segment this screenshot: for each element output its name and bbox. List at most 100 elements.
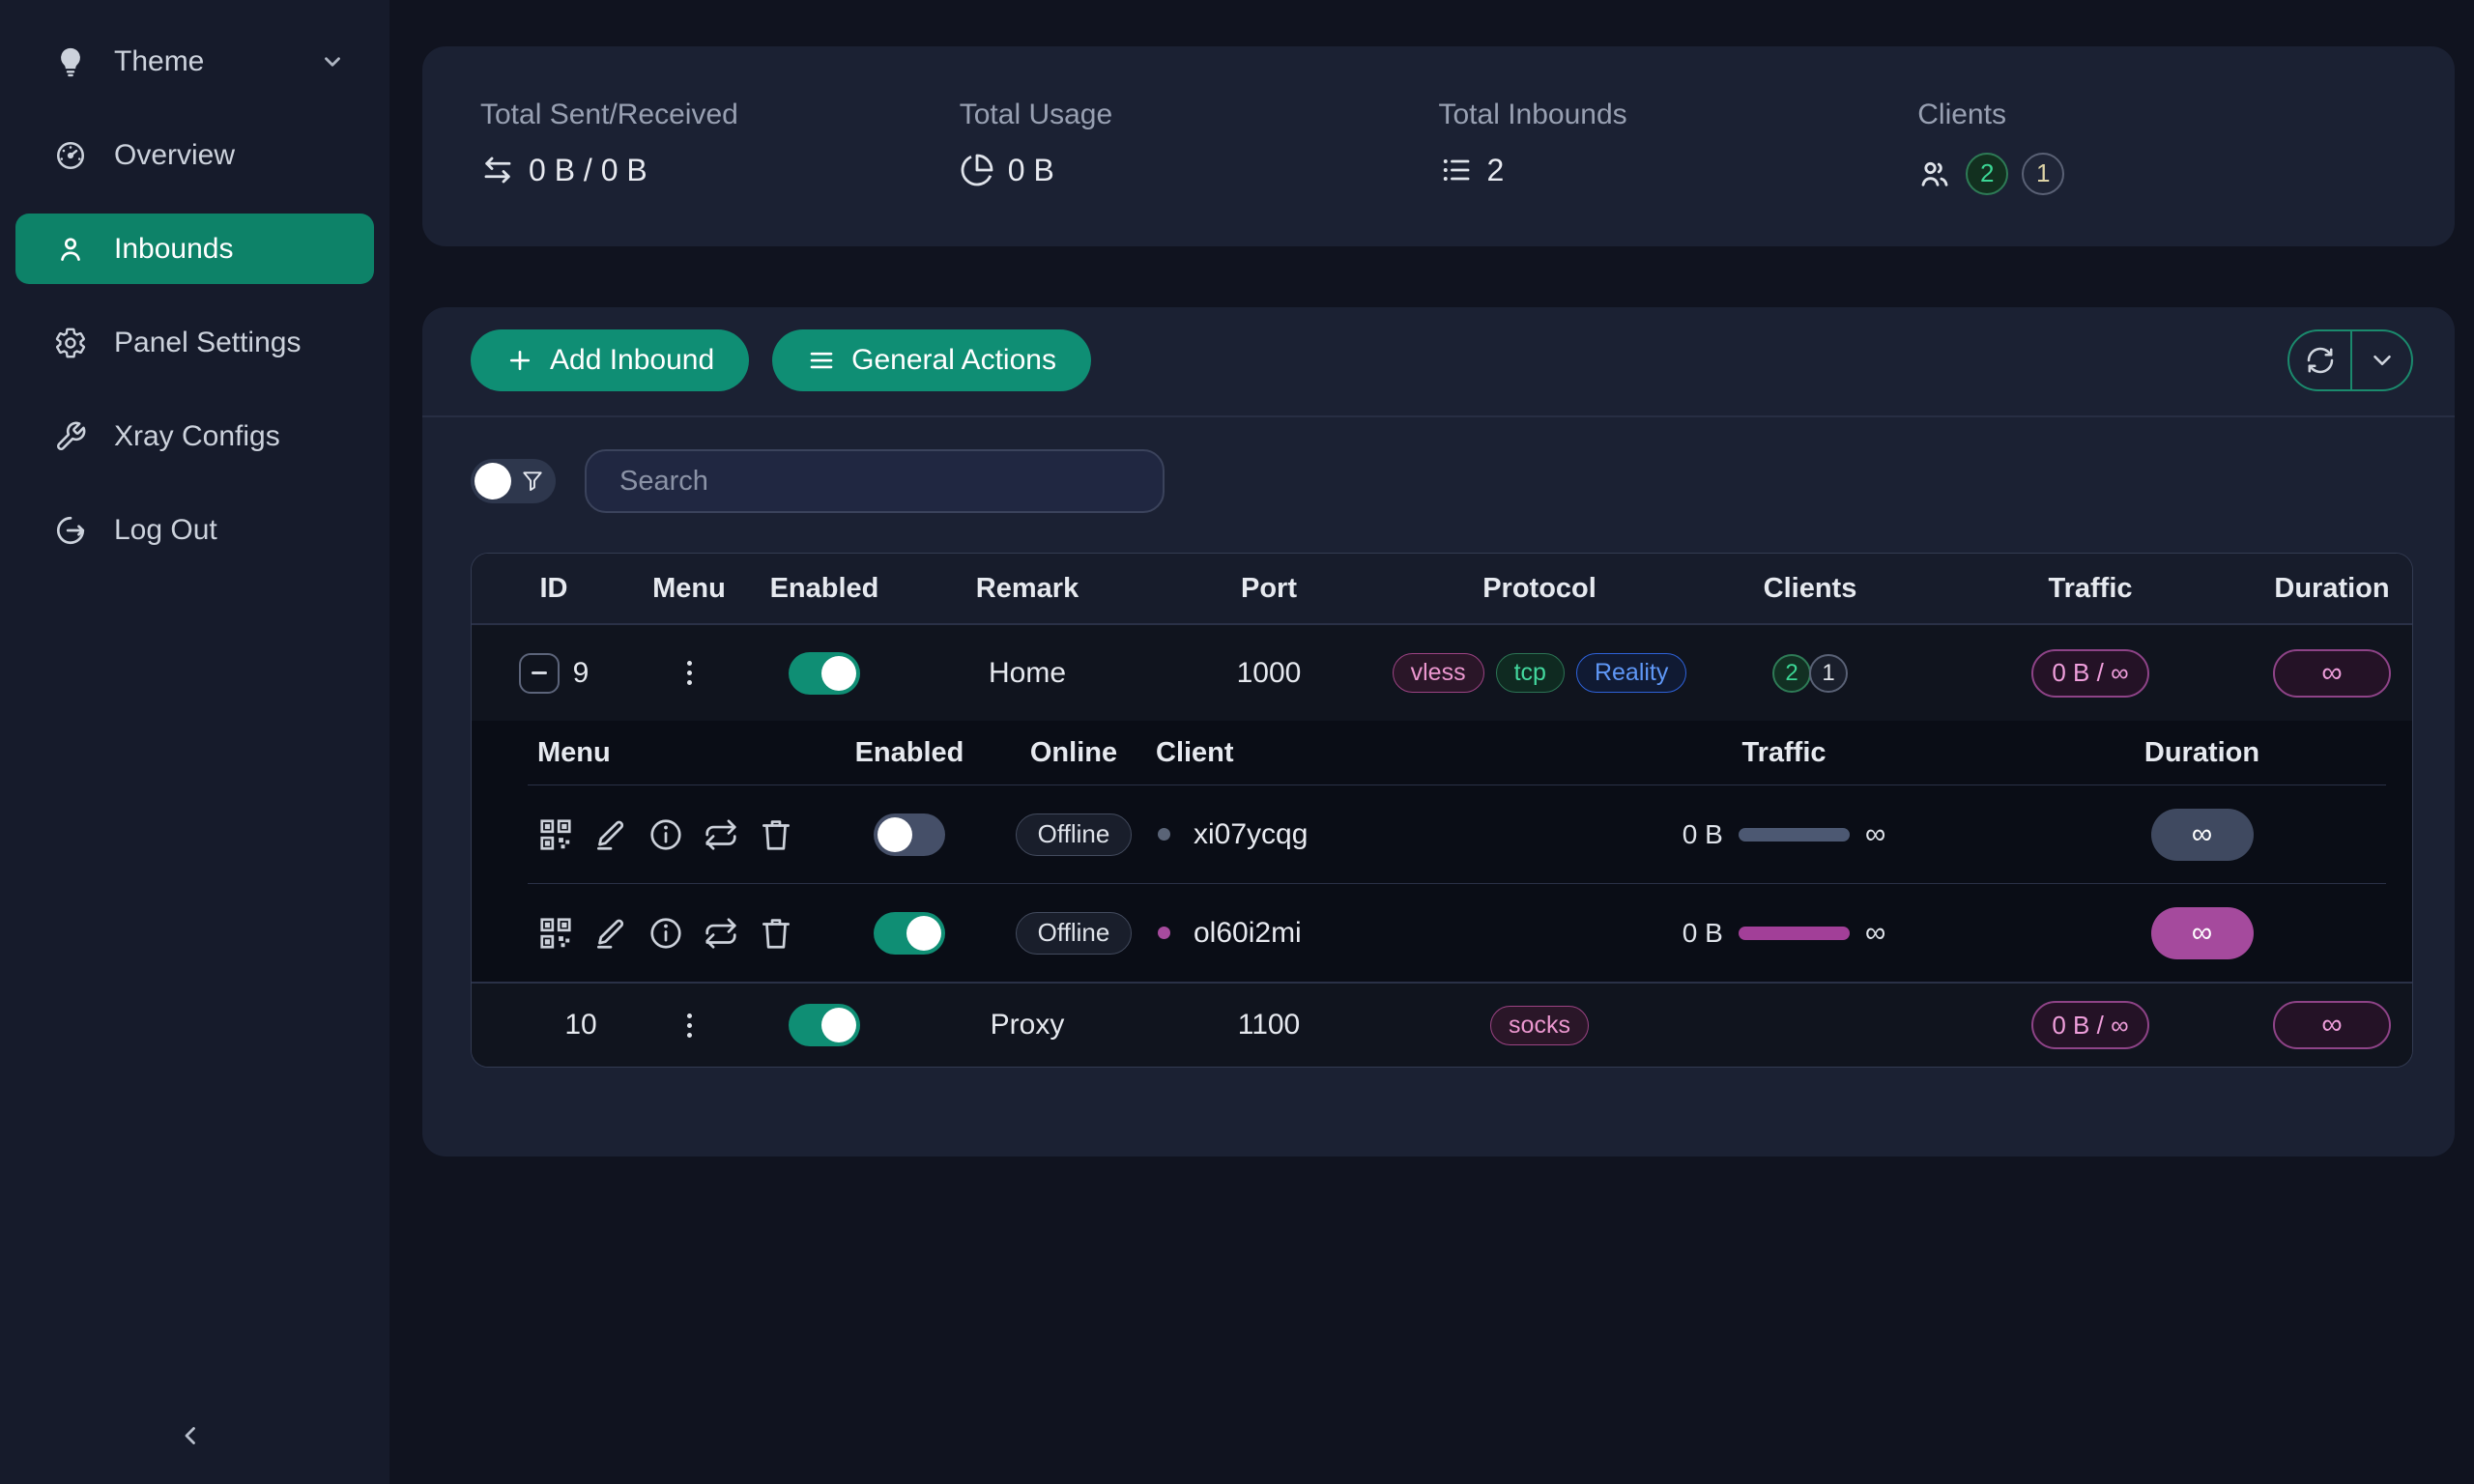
gear-icon bbox=[54, 326, 89, 360]
sidebar-item-panel-settings[interactable]: Panel Settings bbox=[15, 307, 374, 378]
refresh-icon bbox=[2305, 345, 2336, 376]
client-duration-badge: ∞ bbox=[2151, 809, 2254, 861]
col-traffic: Traffic bbox=[1931, 573, 2250, 605]
refresh-split-button bbox=[2287, 329, 2413, 391]
clients-enabled-badge: 2 bbox=[1966, 153, 2008, 195]
edit-button[interactable] bbox=[592, 914, 631, 953]
col-remark: Remark bbox=[906, 573, 1148, 605]
client-name: ol60i2mi bbox=[1194, 917, 1302, 950]
client-color-dot bbox=[1158, 828, 1170, 841]
duration-badge: ∞ bbox=[2273, 649, 2391, 698]
inbound-9-clients-section: Menu Enabled Online Client Traffic Durat… bbox=[472, 721, 2412, 982]
table-header: ID Menu Enabled Remark Port Protocol Cli… bbox=[472, 554, 2412, 625]
search-row bbox=[471, 449, 2455, 513]
people-icon bbox=[1917, 157, 1952, 191]
sidebar-item-theme[interactable]: Theme bbox=[15, 26, 374, 97]
table-row-inbound-10: 10 Proxy 1100 socks 0 B / ∞ ∞ bbox=[472, 982, 2412, 1067]
sidebar-item-log-out[interactable]: Log Out bbox=[15, 495, 374, 565]
lightbulb-icon bbox=[54, 44, 89, 79]
inbounds-table: ID Menu Enabled Remark Port Protocol Cli… bbox=[471, 553, 2413, 1068]
col-clients: Clients bbox=[1689, 573, 1931, 605]
client-color-dot bbox=[1158, 927, 1170, 939]
qr-code-button[interactable] bbox=[537, 914, 576, 953]
sidebar-item-xray-configs[interactable]: Xray Configs bbox=[15, 401, 374, 471]
wrench-icon bbox=[54, 419, 89, 454]
inbound-enabled-toggle[interactable] bbox=[789, 652, 860, 695]
inbound-enabled-toggle[interactable] bbox=[789, 1004, 860, 1046]
toolbar: Add Inbound General Actions bbox=[422, 307, 2455, 391]
delete-button[interactable] bbox=[758, 914, 796, 953]
sidebar-item-overview[interactable]: Overview bbox=[15, 120, 374, 190]
sidebar-item-label: Theme bbox=[114, 45, 204, 78]
refresh-dropdown-button[interactable] bbox=[2350, 331, 2411, 389]
trash-icon bbox=[758, 915, 794, 952]
main-content: Total Sent/Received 0 B / 0 B Total Usag… bbox=[389, 0, 2474, 1484]
reset-traffic-button[interactable] bbox=[703, 914, 741, 953]
inbound-remark: Home bbox=[989, 657, 1066, 690]
refresh-button[interactable] bbox=[2289, 331, 2350, 389]
edit-button[interactable] bbox=[592, 815, 631, 854]
sidebar-item-label: Log Out bbox=[114, 514, 217, 547]
sidebar: Theme Overview Inbounds Panel Settings bbox=[0, 0, 389, 1484]
client-row-ol60i2mi: Offline ol60i2mi 0 B ∞ ∞ bbox=[528, 883, 2386, 982]
general-actions-button[interactable]: General Actions bbox=[772, 329, 1091, 391]
client-enabled-toggle[interactable] bbox=[874, 813, 945, 856]
stat-value: 2 bbox=[1487, 153, 1505, 188]
col-traffic: Traffic bbox=[1741, 737, 1826, 769]
col-client: Client bbox=[1146, 737, 1234, 769]
client-duration-badge: ∞ bbox=[2151, 907, 2254, 959]
collapse-row-button[interactable] bbox=[519, 653, 560, 694]
client-enabled-toggle[interactable] bbox=[874, 912, 945, 955]
toggle-knob bbox=[821, 1008, 856, 1042]
table-row-inbound-9: 9 Home 1000 vless tcp Reality bbox=[472, 625, 2412, 721]
pencil-icon bbox=[592, 816, 629, 853]
sidebar-item-label: Xray Configs bbox=[114, 420, 280, 453]
stat-clients: Clients 2 1 bbox=[1917, 99, 2397, 195]
stat-label: Total Inbounds bbox=[1439, 99, 1918, 131]
stat-total-inbounds: Total Inbounds 2 bbox=[1439, 99, 1918, 195]
inbound-remark: Proxy bbox=[991, 1009, 1065, 1042]
sidebar-item-label: Inbounds bbox=[114, 233, 233, 266]
info-button[interactable] bbox=[647, 815, 686, 854]
security-badge-reality: Reality bbox=[1576, 653, 1686, 693]
chevron-down-icon bbox=[2368, 346, 2397, 375]
row-menu-button[interactable] bbox=[670, 654, 708, 693]
search-input[interactable] bbox=[585, 449, 1165, 513]
funnel-icon bbox=[520, 469, 545, 494]
general-actions-label: General Actions bbox=[851, 344, 1056, 377]
qr-code-icon bbox=[537, 816, 574, 853]
sidebar-item-label: Overview bbox=[114, 139, 235, 172]
inbound-id: 9 bbox=[573, 657, 590, 690]
list-icon bbox=[1439, 153, 1474, 187]
clients-disabled-badge: 1 bbox=[2022, 153, 2064, 195]
col-protocol: Protocol bbox=[1390, 573, 1689, 605]
traffic-used: 0 B bbox=[1683, 819, 1723, 850]
reset-traffic-button[interactable] bbox=[703, 815, 741, 854]
toggle-knob bbox=[821, 656, 856, 691]
delete-button[interactable] bbox=[758, 815, 796, 854]
pencil-icon bbox=[592, 915, 629, 952]
transfer-arrows-icon bbox=[480, 153, 515, 187]
row-menu-button[interactable] bbox=[670, 1006, 708, 1044]
client-menu bbox=[528, 914, 818, 953]
add-inbound-button[interactable]: Add Inbound bbox=[471, 329, 749, 391]
info-button[interactable] bbox=[647, 914, 686, 953]
sidebar-collapse-button[interactable] bbox=[162, 1407, 220, 1465]
toggle-knob bbox=[475, 463, 511, 499]
sidebar-item-inbounds[interactable]: Inbounds bbox=[15, 214, 374, 284]
traffic-used: 0 B bbox=[1683, 918, 1723, 949]
traffic-cap: ∞ bbox=[1865, 919, 1885, 948]
qr-code-button[interactable] bbox=[537, 815, 576, 854]
traffic-progress-bar bbox=[1739, 927, 1850, 940]
traffic-badge: 0 B / ∞ bbox=[2031, 649, 2149, 698]
traffic-cap: ∞ bbox=[1865, 820, 1885, 849]
chevron-left-icon bbox=[177, 1421, 206, 1450]
repeat-icon bbox=[703, 915, 739, 952]
toolbar-divider bbox=[422, 415, 2455, 417]
add-inbound-label: Add Inbound bbox=[550, 344, 714, 377]
inbound-port: 1100 bbox=[1238, 1009, 1301, 1042]
inbounds-panel: Add Inbound General Actions bbox=[422, 307, 2455, 1156]
toggle-knob bbox=[877, 817, 912, 852]
person-icon bbox=[54, 232, 89, 267]
filter-toggle[interactable] bbox=[471, 459, 556, 503]
